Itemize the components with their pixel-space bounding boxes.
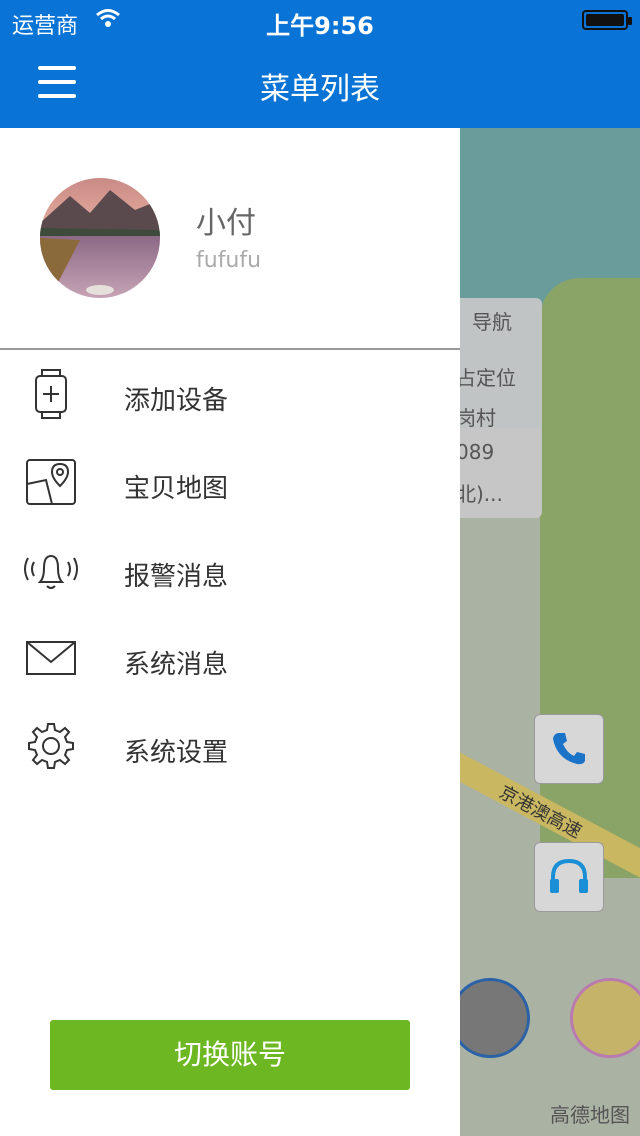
avatar[interactable] bbox=[40, 178, 160, 298]
gear-icon bbox=[28, 723, 74, 769]
menu-item-settings[interactable]: 系统设置 bbox=[0, 702, 460, 790]
popup-line: 占定位 bbox=[460, 366, 516, 390]
menu-item-label: 宝贝地图 bbox=[124, 474, 229, 504]
user-name: 小付 bbox=[196, 206, 256, 241]
device-avatar[interactable] bbox=[460, 978, 530, 1058]
top-bar: 运营商 上午9:56 菜单列表 bbox=[0, 0, 640, 128]
device-avatar[interactable] bbox=[570, 978, 640, 1058]
menu-item-label: 系统设置 bbox=[124, 738, 229, 768]
popup-line: 北)... bbox=[460, 482, 503, 506]
menu-item-label: 添加设备 bbox=[124, 386, 229, 416]
page-title: 菜单列表 bbox=[260, 72, 380, 107]
navigate-label[interactable]: 导航 bbox=[472, 306, 512, 335]
phone-icon bbox=[553, 733, 585, 765]
navigation-bar: 菜单列表 bbox=[0, 40, 640, 128]
listen-button[interactable] bbox=[534, 842, 604, 912]
map-pin-icon bbox=[26, 459, 76, 505]
menu-item-add-device[interactable]: 添加设备 bbox=[0, 350, 460, 438]
profile-header[interactable]: 小付 fufufu bbox=[0, 128, 460, 348]
status-bar: 运营商 上午9:56 bbox=[0, 0, 640, 40]
menu-item-system-messages[interactable]: 系统消息 bbox=[0, 614, 460, 702]
location-popup[interactable]: 导航 占定位 岗村 089 北)... bbox=[460, 298, 542, 518]
menu-list: 添加设备 宝贝地图 报警消息 系统消息 系统设置 bbox=[0, 350, 460, 790]
user-account: fufufu bbox=[196, 248, 262, 273]
add-device-icon bbox=[35, 369, 67, 419]
headphones-icon bbox=[550, 858, 588, 893]
popup-line: 岗村 bbox=[460, 406, 496, 430]
popup-line: 089 bbox=[460, 440, 495, 464]
side-drawer: 小付 fufufu 添加设备 宝贝地图 报警消息 系统消息 系统设置 切换账号 bbox=[0, 128, 460, 1136]
mail-icon bbox=[26, 641, 76, 675]
map-view[interactable]: 导航 占定位 岗村 089 北)... 京港澳高速 高德地图 bbox=[460, 128, 640, 1136]
menu-item-map[interactable]: 宝贝地图 bbox=[0, 438, 460, 526]
battery-icon bbox=[582, 10, 632, 30]
menu-item-alarm[interactable]: 报警消息 bbox=[0, 526, 460, 614]
menu-item-label: 系统消息 bbox=[124, 650, 229, 680]
map-provider-logo: 高德地图 bbox=[550, 1103, 630, 1127]
switch-account-button[interactable]: 切换账号 bbox=[50, 1020, 410, 1090]
alarm-bell-icon bbox=[24, 554, 78, 589]
menu-item-label: 报警消息 bbox=[124, 562, 229, 592]
phone-call-button[interactable] bbox=[534, 714, 604, 784]
clock: 上午9:56 bbox=[266, 12, 374, 40]
